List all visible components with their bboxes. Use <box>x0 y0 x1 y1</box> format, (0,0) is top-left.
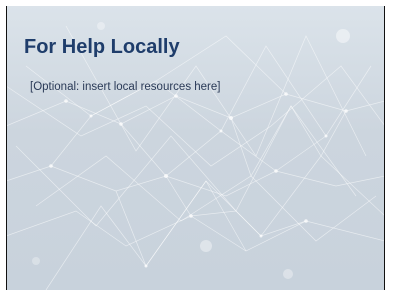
slide: For Help Locally [Optional: insert local… <box>6 6 385 290</box>
slide-body-text: [Optional: insert local resources here] <box>30 81 221 93</box>
slide-title: For Help Locally <box>24 36 180 58</box>
